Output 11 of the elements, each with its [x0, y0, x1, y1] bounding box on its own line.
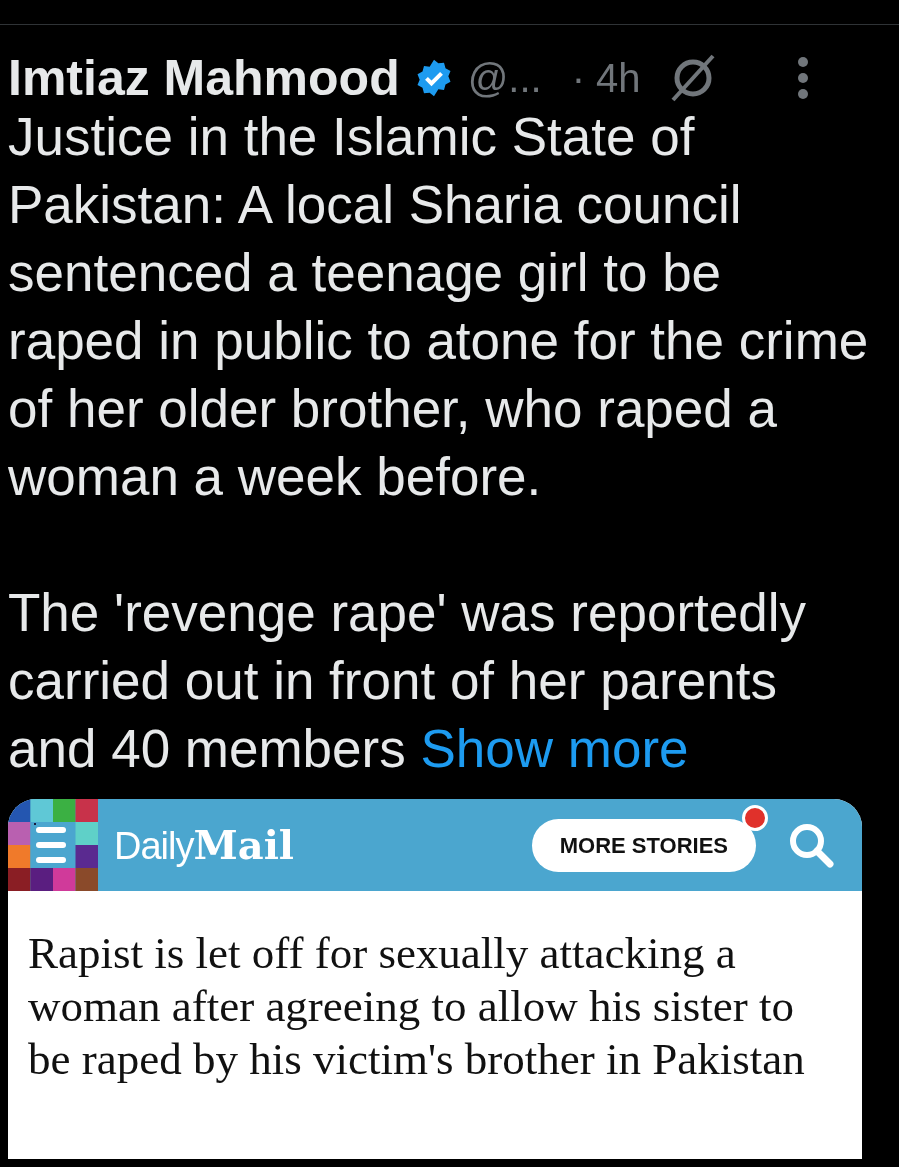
more-options-icon[interactable] [796, 56, 809, 100]
timestamp[interactable]: · 4h [571, 58, 641, 98]
show-more-link[interactable]: Show more [420, 719, 689, 778]
article-headline: Rapist is let off for sexually attacking a woman after agreeing to allow his sister to be raped by his victim's brother in Pakistan [27, 927, 806, 1086]
tweet-text: Justice in the Islamic State of Pakistan: A local Sharia council sentenced a teenage girl to be raped in public to atone for the crime of her older brother, who raped a woman a week before. [7, 106, 870, 508]
user-handle[interactable]: @... [467, 58, 542, 98]
tweet-text: The 'revenge rape' was reportedly carried out in front of her parents and 40 members Show more [7, 582, 807, 780]
more-stories-button[interactable]: MORE STORIES [531, 818, 756, 872]
site-logo: DailyMail [114, 820, 295, 870]
author-name[interactable]: Imtiaz Mahmood [8, 53, 400, 103]
menu-icon[interactable] [8, 799, 98, 891]
